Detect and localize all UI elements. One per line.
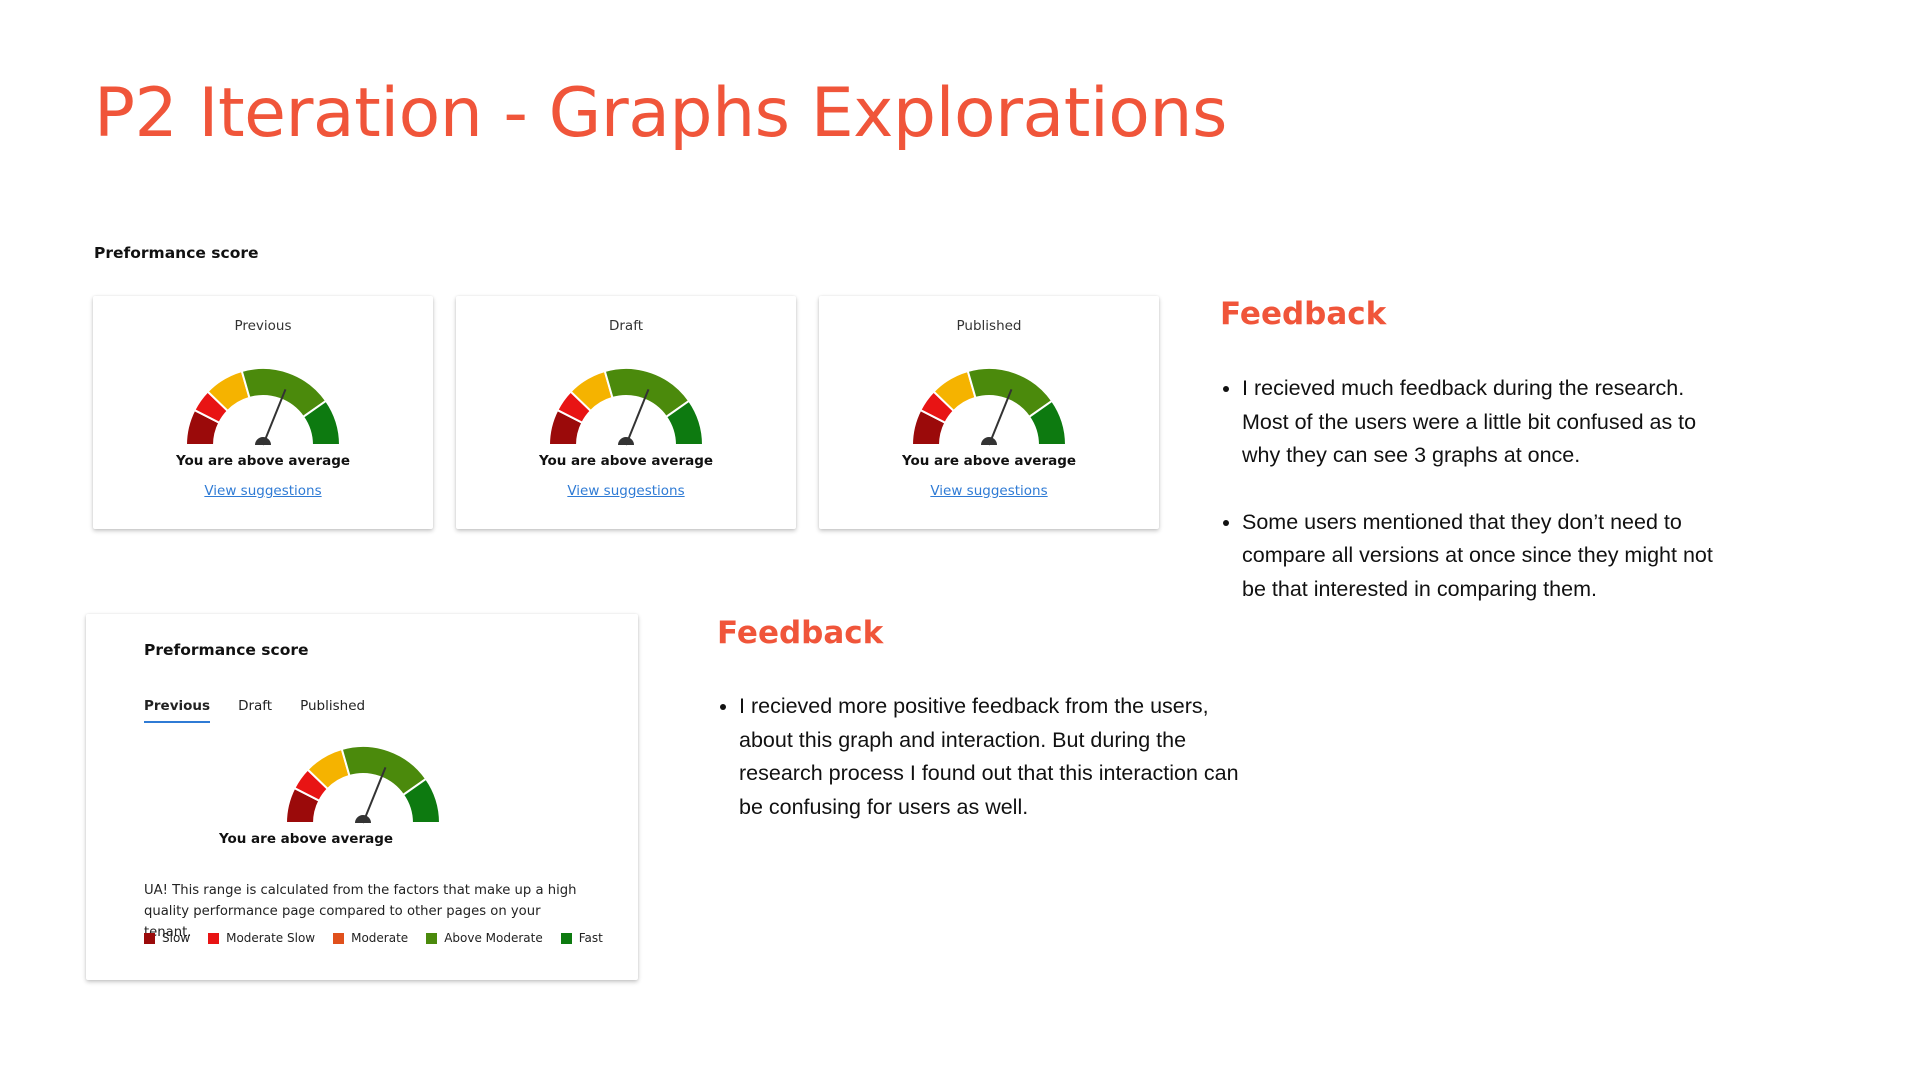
legend-label: Moderate Slow [226,931,316,945]
status-text: You are above average [218,831,394,847]
legend-label: Above Moderate [444,931,543,945]
feedback-item: Some users mentioned that they don’t nee… [1242,506,1734,607]
legend-swatch [560,932,572,944]
view-suggestions-link[interactable]: View suggestions [204,483,321,499]
status-text: You are above average [538,453,714,469]
score-card-previous: Previous You are above average View sugg… [93,296,433,529]
legend-label: Moderate [351,931,409,945]
card-label: Published [956,318,1022,334]
gauge-chart [547,367,705,446]
gauge-chart [284,745,442,824]
feedback-list: I recieved much feedback during the rese… [1220,372,1734,606]
legend-label: Fast [578,931,603,945]
feedback-item: I recieved much feedback during the rese… [1242,372,1734,473]
section-label: Preformance score [94,244,259,262]
legend-swatch [333,932,345,944]
feedback-heading: Feedback [1220,296,1387,332]
gauge-needle-hub [355,815,371,823]
gauge-needle-hub [981,437,997,445]
tabbed-score-card: Preformance score Previous Draft Publish… [86,614,638,980]
legend-item: Above Moderate [426,931,543,945]
gauge-chart [910,367,1068,446]
view-suggestions-link[interactable]: View suggestions [567,483,684,499]
view-suggestions-link[interactable]: View suggestions [930,483,1047,499]
page-title: P2 Iteration - Graphs Explorations [94,74,1227,153]
tab-draft[interactable]: Draft [238,698,272,723]
gauge-needle-hub [255,437,271,445]
tab-published[interactable]: Published [300,698,365,723]
legend-item: Moderate [333,931,408,945]
gauge-legend: Slow Moderate Slow Moderate Above Modera… [144,931,603,945]
feedback-list: I recieved more positive feedback from t… [717,690,1249,824]
status-text: You are above average [901,453,1077,469]
legend-label: Slow [162,931,191,945]
tab-bar: Previous Draft Published [144,698,365,723]
tab-previous[interactable]: Previous [144,698,211,723]
feedback-item: I recieved more positive feedback from t… [739,690,1249,824]
legend-item: Fast [560,931,603,945]
score-card-draft: Draft You are above average View suggest… [456,296,796,529]
feedback-heading: Feedback [717,615,884,651]
card-title: Preformance score [144,641,309,659]
legend-swatch [426,932,438,944]
score-card-published: Published You are above average View sug… [819,296,1159,529]
card-label: Draft [608,318,644,334]
legend-item: Slow [144,931,190,945]
legend-item: Moderate Slow [208,931,315,945]
card-label: Previous [234,318,292,334]
gauge-needle-hub [618,437,634,445]
gauge-chart [184,367,342,446]
legend-swatch [208,932,220,944]
legend-swatch [144,932,155,944]
status-text: You are above average [175,453,351,469]
